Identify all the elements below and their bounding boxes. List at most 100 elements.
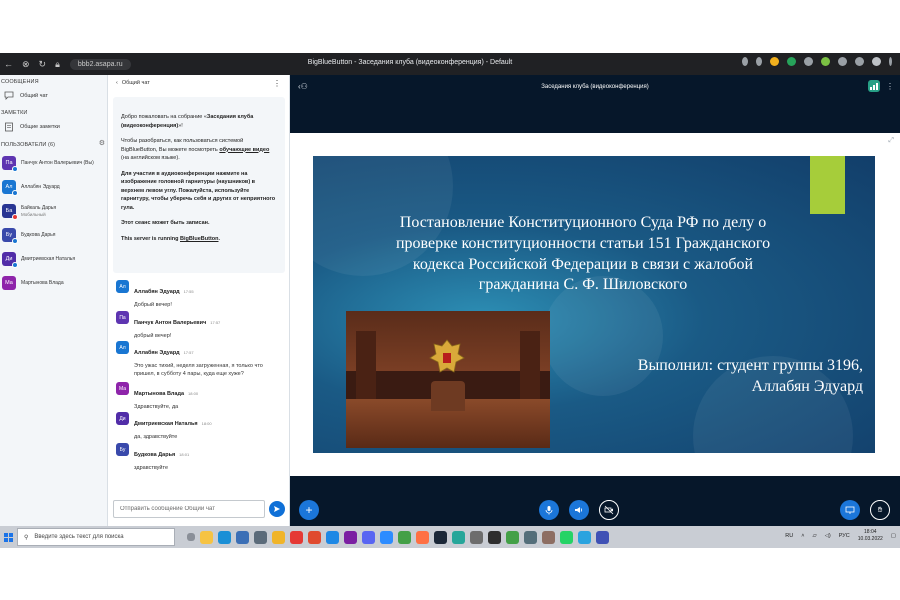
options-menu-icon[interactable]: ⋮	[886, 82, 894, 91]
chat-input-area	[113, 499, 291, 519]
tutorial-link[interactable]: обучающие видео	[219, 147, 269, 153]
hide-panel-icon[interactable]: ‹⚇	[298, 82, 308, 91]
present-button[interactable]	[840, 500, 860, 520]
user-list-item[interactable]: Ба Байкаль Дарья Мобильный	[0, 199, 107, 223]
user-list-item[interactable]: Ал Аллабян Эдуард	[0, 175, 107, 199]
file-explorer-icon[interactable]	[200, 530, 213, 544]
language-indicator[interactable]: RU	[785, 533, 793, 539]
app-icon[interactable]	[596, 530, 609, 544]
extension-icon[interactable]	[756, 57, 762, 66]
app-icon[interactable]	[470, 530, 483, 544]
send-button[interactable]	[269, 501, 285, 517]
message-meta: Мартынова Влада 18:00	[134, 382, 282, 400]
chat-message-input[interactable]	[113, 500, 265, 518]
user-list-item[interactable]: Ма Мартынова Влада	[0, 271, 107, 295]
user-avatar: Ба	[2, 204, 18, 220]
message-avatar: Ма	[116, 382, 129, 395]
menu-icon[interactable]	[889, 57, 892, 66]
skype-icon[interactable]	[326, 530, 339, 544]
microphone-button[interactable]	[539, 500, 559, 520]
message-meta: Дмитриевская Наталья 18:00	[134, 412, 282, 430]
task-view-icon[interactable]	[187, 533, 195, 541]
volume-icon[interactable]: ◁)	[825, 533, 831, 539]
app-icon[interactable]	[524, 530, 537, 544]
app-icon[interactable]	[344, 530, 357, 544]
app-icon[interactable]	[308, 530, 321, 544]
user-info: Байкаль Дарья Мобильный	[21, 205, 56, 217]
app-icon[interactable]	[488, 530, 501, 544]
reload-icon[interactable]: ↻	[39, 59, 47, 69]
bbb-link[interactable]: BigBlueButton	[180, 236, 219, 242]
extension-icon[interactable]	[838, 57, 847, 66]
message-time: 17:55	[183, 289, 194, 294]
audio-button[interactable]	[569, 500, 589, 520]
connection-status-icon[interactable]	[868, 80, 880, 92]
shared-notes-item[interactable]: Общие заметки	[0, 116, 107, 138]
back-arrow-icon[interactable]: ←	[4, 59, 13, 69]
shield-icon[interactable]	[787, 57, 796, 66]
app-icon[interactable]	[542, 530, 555, 544]
welcome-audio: Для участия в аудиоконференции нажмите н…	[121, 170, 277, 213]
message-sender: Аллабян Эдуард	[134, 350, 180, 356]
profile-icon[interactable]	[872, 57, 881, 66]
kebab-menu-icon[interactable]: ⋮	[273, 79, 281, 88]
message-body: Панчук Антон Валерьевич 17:57 добрый вечер…	[134, 311, 282, 340]
extension-icon[interactable]	[770, 57, 779, 66]
app-icon[interactable]	[236, 530, 249, 544]
user-info: Дмитриевская Наталья	[21, 256, 75, 263]
audio-status-dot	[12, 190, 18, 196]
slide-author-name: Аллабян Эдуард	[751, 377, 863, 395]
gear-icon[interactable]: ⚙	[99, 139, 105, 147]
message-time: 17:57	[210, 320, 221, 325]
app-icon[interactable]	[506, 530, 519, 544]
video-button[interactable]	[599, 500, 619, 520]
input-language[interactable]: РУС	[839, 533, 850, 539]
address-bar[interactable]: bbb2.asapa.ru	[69, 58, 131, 70]
user-name: Мартынова Влада	[21, 279, 64, 286]
message-meta: Панчук Антон Валерьевич 17:57	[134, 311, 282, 329]
extension-icon[interactable]	[804, 57, 813, 66]
clock[interactable]: 18:04 10.03.2022	[858, 529, 883, 542]
chat-back-button[interactable]: ‹ Общий чат	[116, 80, 150, 86]
telegram-icon[interactable]	[578, 530, 591, 544]
user-name: Аллабян Эдуард	[21, 183, 60, 190]
chevron-up-icon[interactable]: ˄	[801, 533, 804, 539]
user-list-item[interactable]: Па Панчук Антон Валерьевич (Вы)	[0, 151, 107, 175]
user-avatar: Па	[2, 156, 18, 172]
lock-icon: 🔒︎	[55, 58, 60, 69]
yandex-browser-icon[interactable]	[290, 530, 303, 544]
app-icon[interactable]	[272, 530, 285, 544]
actions-plus-button[interactable]: +	[299, 500, 319, 520]
whatsapp-icon[interactable]	[560, 530, 573, 544]
browser-bar: ← ⊗ ↻ 🔒︎ bbb2.asapa.ru BigBlueButton - З…	[0, 53, 900, 75]
raise-hand-button[interactable]: ✋︎	[870, 500, 890, 520]
message-sender: Мартынова Влада	[134, 391, 185, 397]
taskbar-search[interactable]: ⚲ Введите здесь текст для поиска	[17, 528, 175, 546]
app-icon[interactable]	[452, 530, 465, 544]
app-icon[interactable]	[254, 530, 267, 544]
network-icon[interactable]: ▱	[812, 533, 816, 539]
zoom-icon[interactable]	[380, 530, 393, 544]
user-initials: Бу	[5, 232, 13, 238]
notes-section-title: ЗАМЕТКИ	[1, 110, 28, 116]
chat-message: Бу Будкова Дарья 18:01 здравствуйте	[108, 443, 290, 472]
chevron-left-icon: ‹	[116, 80, 118, 86]
extension-icon[interactable]	[821, 57, 830, 66]
fullscreen-icon[interactable]: ⤢	[888, 137, 894, 145]
forward-arrow-icon[interactable]: ⊗	[22, 59, 30, 69]
start-button[interactable]	[1, 526, 15, 548]
extension-icon[interactable]	[855, 57, 864, 66]
discord-icon[interactable]	[362, 530, 375, 544]
user-list-item[interactable]: Бу Будкова Дарья	[0, 223, 107, 247]
steam-icon[interactable]	[434, 530, 447, 544]
user-list-item[interactable]: Ди Дмитриевская Наталья	[0, 247, 107, 271]
search-icon: ⚲	[24, 534, 29, 541]
edge-icon[interactable]	[218, 530, 231, 544]
chrome-icon[interactable]	[398, 530, 411, 544]
server-text: .	[218, 235, 221, 242]
message-avatar: Па	[116, 311, 129, 324]
app-icon[interactable]	[416, 530, 429, 544]
extension-icon[interactable]	[742, 57, 748, 66]
public-chat-item[interactable]: Общий чат	[0, 85, 107, 106]
notifications-icon[interactable]: ▢	[891, 533, 896, 539]
